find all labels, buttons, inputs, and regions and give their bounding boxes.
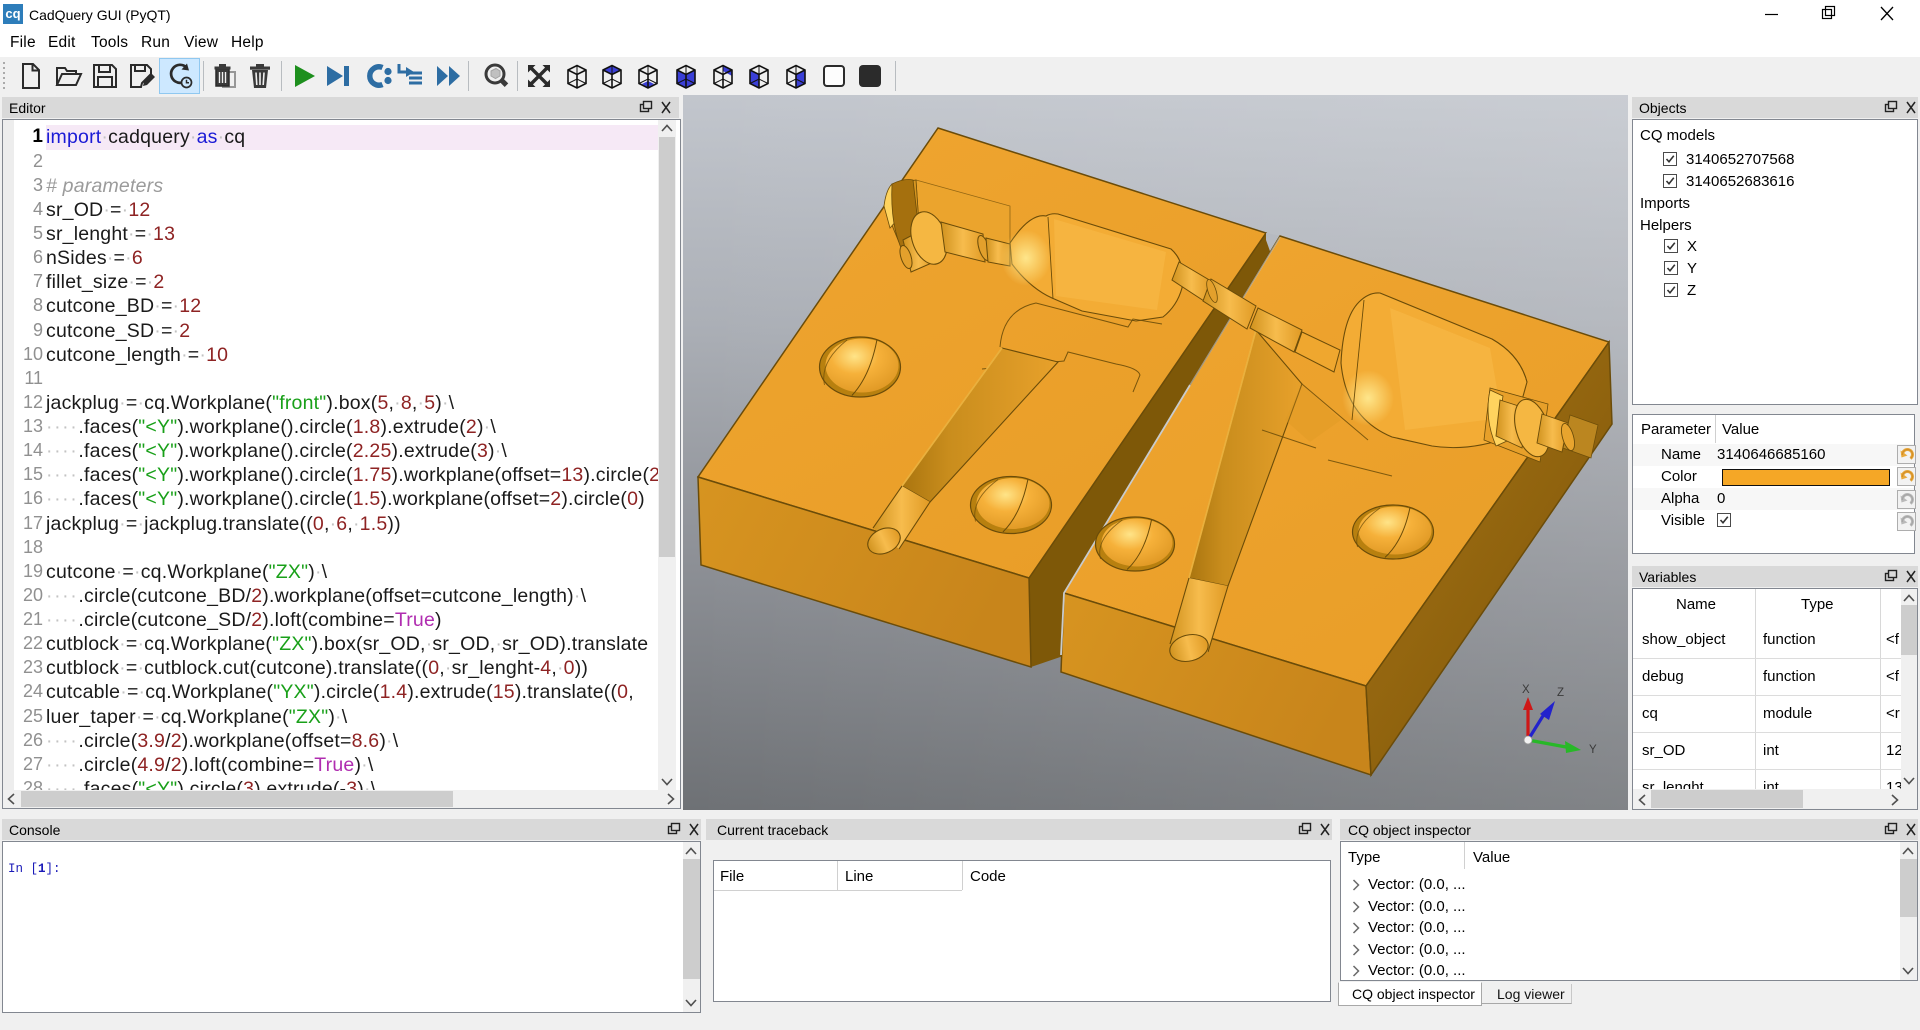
svg-text:X: X — [1522, 684, 1530, 696]
svg-text:Y: Y — [1589, 744, 1597, 756]
svg-text:Z: Z — [1557, 687, 1564, 699]
